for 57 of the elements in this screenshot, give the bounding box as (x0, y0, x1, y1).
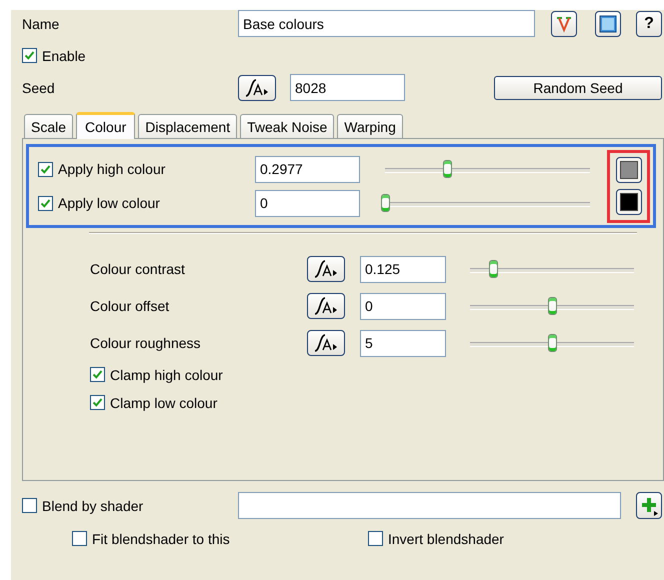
checkbox-label: Apply low colour (58, 195, 160, 211)
tab[interactable]: Warping (337, 114, 403, 138)
name-field[interactable]: Base colours (238, 10, 535, 37)
checkbox-label: Fit blendshader to this (92, 530, 230, 546)
slider[interactable] (470, 297, 634, 315)
checkbox[interactable] (90, 367, 105, 382)
checkbox[interactable] (22, 498, 37, 513)
checkbox[interactable] (38, 162, 53, 176)
parameter-label: Colour offset (90, 298, 170, 314)
shader-field[interactable] (238, 492, 621, 519)
v-shape-icon (555, 14, 573, 32)
function-button[interactable] (238, 74, 276, 100)
value-field[interactable]: 0 (255, 190, 360, 216)
node-button[interactable] (551, 10, 577, 36)
slider-thumb[interactable] (381, 194, 390, 212)
checkbox-label: Blend by shader (42, 498, 144, 514)
checkbox-label: Invert blendshader (388, 530, 504, 546)
function-button[interactable] (307, 330, 345, 356)
add-button[interactable] (636, 492, 662, 519)
seed-field[interactable]: 8028 (290, 74, 405, 101)
window-button[interactable] (595, 10, 621, 36)
value-field[interactable]: 5 (360, 330, 446, 356)
checkbox[interactable] (72, 531, 87, 546)
slider[interactable] (385, 160, 590, 178)
help-button[interactable]: ? (636, 10, 662, 36)
checkbox-label: Clamp low colour (110, 394, 218, 410)
random-seed-button[interactable]: Random Seed (494, 76, 662, 100)
colour-swatch-button[interactable] (616, 157, 642, 183)
checkbox[interactable] (22, 48, 37, 63)
checkbox-label: Clamp high colour (110, 366, 223, 382)
field-label: Seed (22, 80, 56, 96)
slider-thumb[interactable] (548, 297, 557, 315)
function-button[interactable] (307, 293, 345, 319)
tab[interactable]: Scale (24, 114, 74, 138)
field-label: Name (22, 16, 60, 32)
checkbox-label: Apply high colour (58, 161, 166, 177)
window-icon (599, 14, 617, 32)
colour-swatch-button[interactable] (616, 189, 642, 215)
function-button[interactable] (307, 256, 345, 282)
checkbox[interactable] (368, 531, 383, 546)
checkbox-label: Enable (42, 48, 86, 64)
plus-icon (639, 496, 659, 516)
slider-thumb[interactable] (442, 160, 452, 178)
tab[interactable]: Colour (76, 112, 136, 139)
parameter-label: Colour contrast (90, 261, 186, 277)
slider-thumb[interactable] (548, 334, 557, 352)
parameter-label: Colour roughness (90, 335, 202, 351)
slider[interactable] (470, 260, 634, 278)
value-field[interactable]: 0.2977 (255, 156, 360, 182)
slider-thumb[interactable] (488, 260, 498, 278)
tab[interactable]: Tweak Noise (240, 114, 334, 138)
value-field[interactable]: 0.125 (360, 256, 446, 282)
checkbox[interactable] (90, 395, 105, 410)
tab[interactable]: Displacement (138, 114, 238, 138)
checkbox[interactable] (38, 196, 53, 210)
value-field[interactable]: 0 (360, 292, 446, 320)
slider[interactable] (470, 334, 634, 352)
